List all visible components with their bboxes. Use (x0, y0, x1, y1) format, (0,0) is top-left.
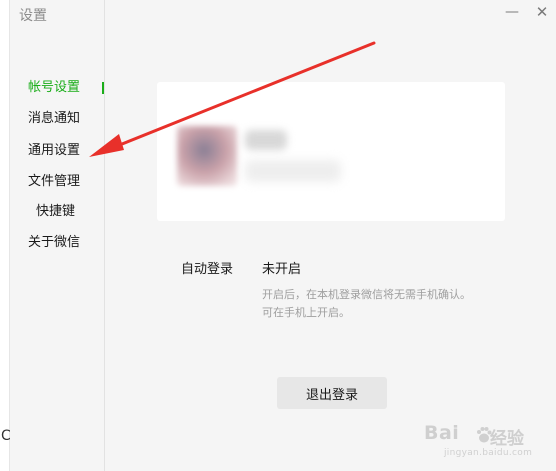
sidebar-item-general-settings[interactable]: 通用设置 (10, 139, 104, 163)
sidebar-item-label: 帐号设置 (28, 80, 81, 95)
auto-login-label: 自动登录 (181, 262, 234, 277)
watermark-jingyan: 经验 (490, 429, 524, 449)
settings-window: C 帐号设置 消息通知 通用设置 文件管理 快捷键 关于微信 设置 — ✕ 自动… (0, 0, 556, 471)
active-indicator (102, 82, 104, 94)
watermark-brand: Bai (424, 422, 460, 444)
logout-button[interactable]: 退出登录 (277, 377, 387, 409)
sidebar-item-about[interactable]: 关于微信 (10, 231, 104, 255)
sidebar: 帐号设置 消息通知 通用设置 文件管理 快捷键 关于微信 (10, 0, 105, 471)
account-card (157, 82, 505, 221)
account-name-blurred (245, 130, 287, 150)
auto-login-desc-line1: 开启后，在本机登录微信将无需手机确认。 (262, 288, 471, 301)
sidebar-item-label: 通用设置 (28, 143, 81, 158)
sidebar-item-label: 关于微信 (28, 235, 81, 250)
auto-login-desc-line2: 可在手机上开启。 (262, 306, 350, 319)
baidu-watermark: Bai 经验 jingyan.baidu.com (424, 420, 552, 466)
minimize-icon[interactable]: — (500, 2, 524, 22)
sidebar-item-file-management[interactable]: 文件管理 (10, 170, 104, 194)
sidebar-item-shortcuts[interactable]: 快捷键 (10, 200, 104, 224)
sidebar-item-label: 快捷键 (36, 204, 76, 219)
avatar[interactable] (177, 126, 237, 186)
watermark-url: jingyan.baidu.com (444, 448, 533, 458)
auto-login-status: 未开启 (262, 262, 302, 277)
sidebar-item-account-settings[interactable]: 帐号设置 (10, 76, 104, 100)
sidebar-item-notifications[interactable]: 消息通知 (10, 107, 104, 131)
account-id-blurred (245, 160, 341, 182)
background-window-edge: C (0, 0, 11, 471)
window-title: 设置 (19, 8, 47, 24)
close-icon[interactable]: ✕ (530, 2, 554, 22)
sidebar-item-label: 文件管理 (28, 174, 81, 189)
auto-login-description: 开启后，在本机登录微信将无需手机确认。 可在手机上开启。 (262, 286, 502, 322)
sidebar-item-label: 消息通知 (28, 111, 81, 126)
